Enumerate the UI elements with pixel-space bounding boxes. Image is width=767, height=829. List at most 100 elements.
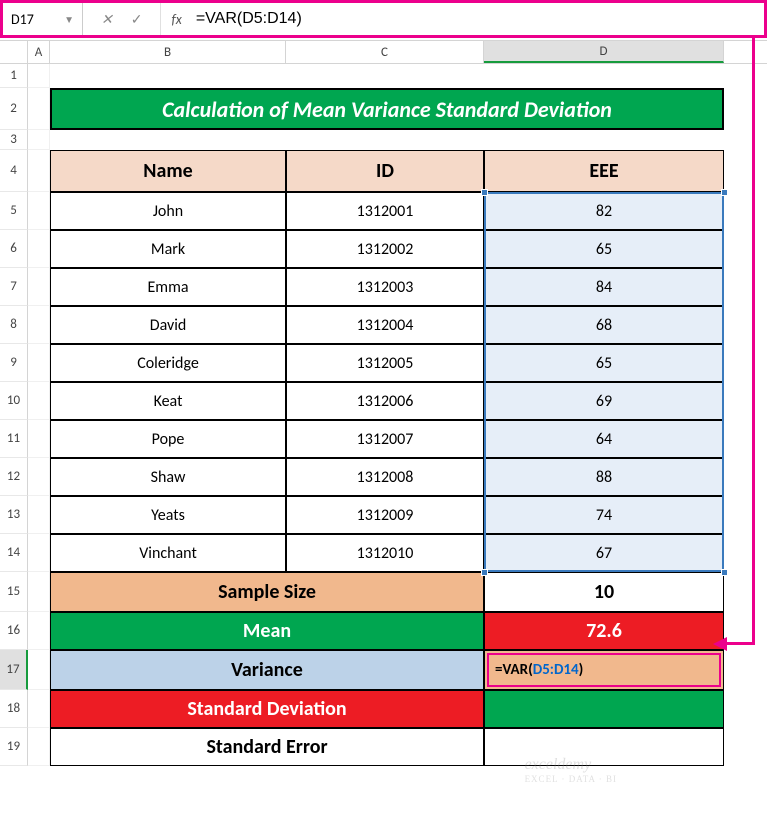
row-header[interactable]: 5 [0, 192, 28, 230]
row-header[interactable]: 17 [0, 650, 28, 690]
row-header[interactable]: 6 [0, 230, 28, 268]
cells-area[interactable]: Calculation of Mean Variance Standard De… [28, 64, 767, 766]
cell-name[interactable]: Keat [50, 382, 286, 420]
name-box[interactable]: D17 ▼ [3, 3, 83, 35]
row-header[interactable]: 3 [0, 130, 28, 150]
cell-eee[interactable]: 82 [484, 192, 724, 230]
cell-id[interactable]: 1312007 [286, 420, 484, 458]
cell-id[interactable]: 1312008 [286, 458, 484, 496]
row-header[interactable]: 19 [0, 728, 28, 766]
row-header[interactable]: 18 [0, 690, 28, 728]
row-header[interactable]: 7 [0, 268, 28, 306]
confirm-icon[interactable]: ✓ [131, 11, 143, 28]
cell-id[interactable]: 1312010 [286, 534, 484, 572]
cell-name[interactable]: John [50, 192, 286, 230]
formula-suffix: ) [579, 661, 584, 679]
fx-label[interactable]: fx [161, 11, 191, 28]
row-headers: 1 2 3 4 5 6 7 8 9 10 11 12 13 14 15 16 1… [0, 64, 28, 766]
formula-bar: D17 ▼ ✕ ✓ fx [0, 0, 767, 38]
table-row: Keat 1312006 69 [28, 382, 767, 420]
col-header-c[interactable]: C [286, 41, 484, 63]
sd-label: Standard Deviation [50, 690, 484, 728]
watermark-sub: EXCEL · DATA · BI [525, 774, 617, 784]
row-header[interactable]: 4 [0, 150, 28, 192]
cell-id[interactable]: 1312009 [286, 496, 484, 534]
table-row: Coleridge 1312005 65 [28, 344, 767, 382]
annotation-arrow-icon [713, 637, 727, 651]
table-row: Vinchant 1312010 67 [28, 534, 767, 572]
row-header[interactable]: 13 [0, 496, 28, 534]
cell-id[interactable]: 1312006 [286, 382, 484, 420]
cell-id[interactable]: 1312001 [286, 192, 484, 230]
header-name: Name [50, 150, 286, 192]
row-header[interactable]: 1 [0, 64, 28, 88]
header-id: ID [286, 150, 484, 192]
cell-id[interactable]: 1312005 [286, 344, 484, 382]
sd-value[interactable] [484, 690, 724, 728]
cell-eee[interactable]: 69 [484, 382, 724, 420]
cell-id[interactable]: 1312004 [286, 306, 484, 344]
header-eee: EEE [484, 150, 724, 192]
cell-eee[interactable]: 67 [484, 534, 724, 572]
col-header-b[interactable]: B [50, 41, 286, 63]
mean-value[interactable]: 72.6 [484, 612, 724, 650]
row-header[interactable]: 16 [0, 612, 28, 650]
table-row: Mark 1312002 65 [28, 230, 767, 268]
cell-eee[interactable]: 65 [484, 230, 724, 268]
sample-size-label: Sample Size [50, 572, 484, 612]
table-row: Yeats 1312009 74 [28, 496, 767, 534]
row-header[interactable]: 12 [0, 458, 28, 496]
col-header-a[interactable]: A [28, 41, 50, 63]
annotation-line [725, 642, 755, 645]
col-header-d[interactable]: D [484, 41, 724, 63]
dropdown-icon[interactable]: ▼ [64, 13, 74, 26]
cell-name[interactable]: Shaw [50, 458, 286, 496]
table-row: Pope 1312007 64 [28, 420, 767, 458]
row-header[interactable]: 11 [0, 420, 28, 458]
selection-handle[interactable] [721, 189, 728, 196]
cell-eee[interactable]: 84 [484, 268, 724, 306]
cancel-icon[interactable]: ✕ [101, 11, 113, 28]
cell-name[interactable]: Coleridge [50, 344, 286, 382]
table-row: John 1312001 82 [28, 192, 767, 230]
column-headers: A B C D [0, 40, 767, 64]
row-header[interactable]: 10 [0, 382, 28, 420]
annotation-line [752, 38, 755, 644]
row-header[interactable]: 15 [0, 572, 28, 612]
se-value[interactable] [484, 728, 724, 766]
variance-cell[interactable]: =VAR(D5:D14) [484, 650, 724, 690]
row-header[interactable]: 8 [0, 306, 28, 344]
row-header[interactable]: 9 [0, 344, 28, 382]
variance-editing[interactable]: =VAR(D5:D14) [487, 653, 721, 687]
se-label: Standard Error [50, 728, 484, 766]
table-row: Shaw 1312008 88 [28, 458, 767, 496]
spreadsheet: A B C D 1 2 3 4 5 6 7 8 9 10 11 12 13 14… [0, 40, 767, 766]
cell-name[interactable]: Yeats [50, 496, 286, 534]
cell-eee[interactable]: 88 [484, 458, 724, 496]
cell-name[interactable]: Emma [50, 268, 286, 306]
table-row: David 1312004 68 [28, 306, 767, 344]
sheet-title: Calculation of Mean Variance Standard De… [50, 88, 724, 130]
cell-name[interactable]: Pope [50, 420, 286, 458]
cell-name[interactable]: Mark [50, 230, 286, 268]
selection-handle[interactable] [721, 569, 728, 576]
name-box-value: D17 [11, 11, 34, 28]
cell-eee[interactable]: 68 [484, 306, 724, 344]
selection-handle[interactable] [481, 569, 488, 576]
table-row: Emma 1312003 84 [28, 268, 767, 306]
cell-eee[interactable]: 74 [484, 496, 724, 534]
formula-ref: D5:D14 [533, 661, 579, 679]
selection-handle[interactable] [481, 189, 488, 196]
row-header[interactable]: 2 [0, 88, 28, 130]
cell-eee[interactable]: 64 [484, 420, 724, 458]
formula-buttons: ✕ ✓ [83, 3, 161, 35]
cell-name[interactable]: Vinchant [50, 534, 286, 572]
cell-eee[interactable]: 65 [484, 344, 724, 382]
cell-id[interactable]: 1312003 [286, 268, 484, 306]
select-all-corner[interactable] [0, 41, 28, 63]
cell-id[interactable]: 1312002 [286, 230, 484, 268]
sample-size-value[interactable]: 10 [484, 572, 724, 612]
row-header[interactable]: 14 [0, 534, 28, 572]
formula-input[interactable] [192, 3, 764, 35]
cell-name[interactable]: David [50, 306, 286, 344]
